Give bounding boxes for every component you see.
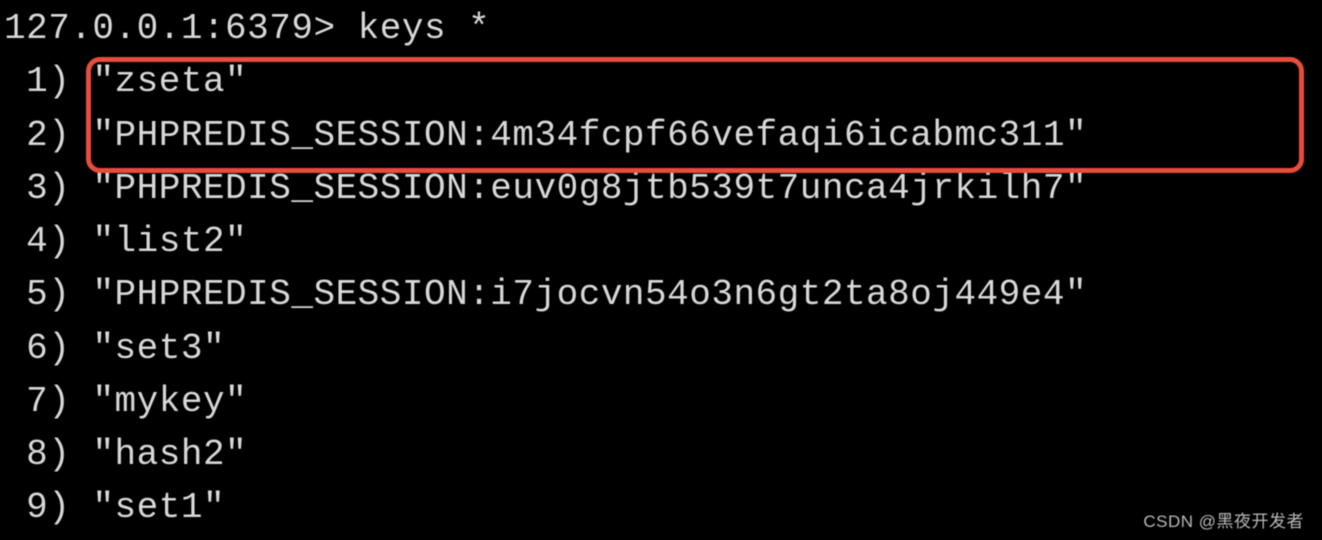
- result-value: "set3": [92, 328, 225, 369]
- result-line: 7) "mykey": [4, 375, 1318, 428]
- result-value: "list2": [92, 221, 247, 262]
- result-value: "mykey": [92, 381, 247, 422]
- result-line: 3) "PHPREDIS_SESSION:euv0g8jtb539t7unca4…: [4, 162, 1318, 215]
- paren: ): [48, 434, 92, 475]
- result-value: "PHPREDIS_SESSION:i7jocvn54o3n6gt2ta8oj4…: [92, 274, 1087, 315]
- paren: ): [48, 168, 92, 209]
- paren: ): [48, 381, 92, 422]
- paren: ): [48, 274, 92, 315]
- result-index: 5: [4, 274, 48, 315]
- result-value: "zseta": [92, 61, 247, 102]
- results-container: 1) "zseta" 2) "PHPREDIS_SESSION:4m34fcpf…: [4, 55, 1318, 534]
- result-index: 8: [4, 434, 48, 475]
- watermark-text: CSDN @黑夜开发者: [1143, 509, 1304, 534]
- redis-prompt: 127.0.0.1:6379> keys *: [4, 2, 1318, 55]
- result-index: 9: [4, 487, 48, 528]
- result-value: "set1": [92, 487, 225, 528]
- paren: ): [48, 487, 92, 528]
- result-line: 6) "set3": [4, 322, 1318, 375]
- result-index: 1: [4, 61, 48, 102]
- result-value: "hash2": [92, 434, 247, 475]
- terminal-output: 127.0.0.1:6379> keys * 1) "zseta" 2) "PH…: [4, 2, 1318, 535]
- result-index: 7: [4, 381, 48, 422]
- result-line: 8) "hash2": [4, 428, 1318, 481]
- result-value: "PHPREDIS_SESSION:4m34fcpf66vefaqi6icabm…: [92, 115, 1087, 156]
- result-line: 1) "zseta": [4, 55, 1318, 108]
- result-index: 3: [4, 168, 48, 209]
- result-index: 2: [4, 115, 48, 156]
- result-value: "PHPREDIS_SESSION:euv0g8jtb539t7unca4jrk…: [92, 168, 1087, 209]
- result-line: 9) "set1": [4, 481, 1318, 534]
- result-line: 4) "list2": [4, 215, 1318, 268]
- result-index: 6: [4, 328, 48, 369]
- paren: ): [48, 61, 92, 102]
- paren: ): [48, 115, 92, 156]
- result-line: 5) "PHPREDIS_SESSION:i7jocvn54o3n6gt2ta8…: [4, 268, 1318, 321]
- result-line: 2) "PHPREDIS_SESSION:4m34fcpf66vefaqi6ic…: [4, 109, 1318, 162]
- paren: ): [48, 328, 92, 369]
- result-index: 4: [4, 221, 48, 262]
- paren: ): [48, 221, 92, 262]
